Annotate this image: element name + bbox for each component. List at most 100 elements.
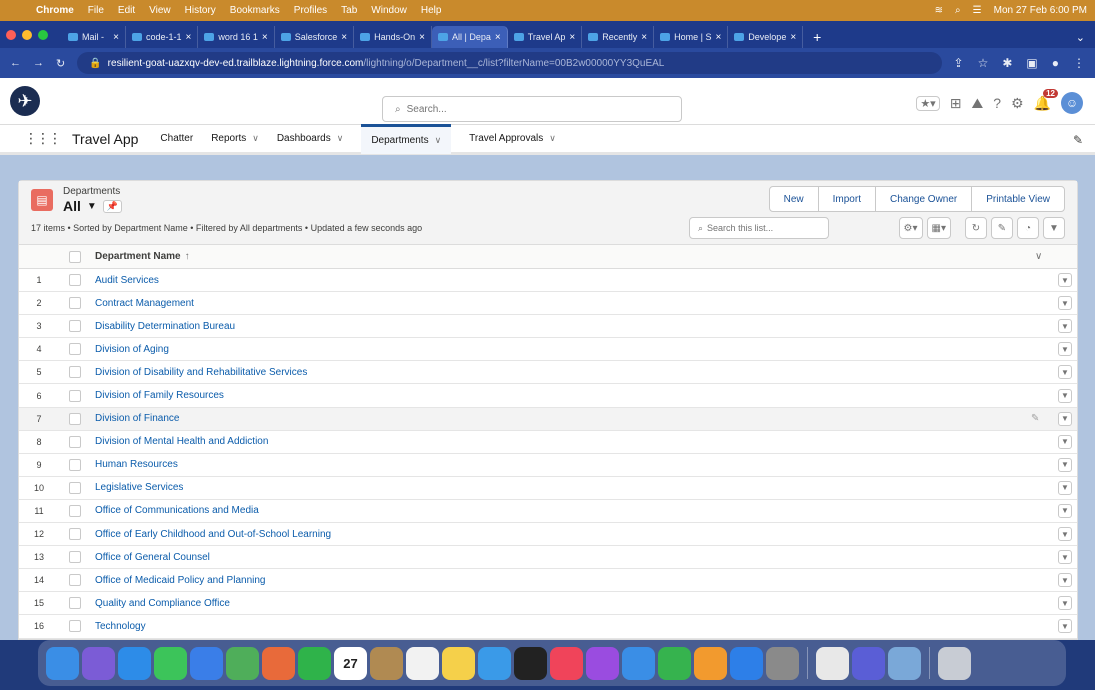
row-checkbox[interactable]: [69, 458, 81, 471]
menu-help[interactable]: Help: [421, 5, 442, 16]
messages-icon[interactable]: [154, 646, 187, 680]
minimize-window-button[interactable]: [22, 29, 32, 40]
address-bar[interactable]: 🔒 resilient-goat-uazxqv-dev-ed.trailblaz…: [77, 52, 942, 74]
notifications-bell-icon[interactable]: 🔔 12: [1034, 88, 1058, 112]
browser-tab[interactable]: Travel Ap ×: [508, 26, 583, 48]
podcasts-icon[interactable]: [586, 646, 619, 680]
menu-edit[interactable]: Edit: [118, 5, 135, 16]
browser-tab[interactable]: Home | S ×: [654, 26, 729, 48]
printable-view-button[interactable]: Printable View: [971, 186, 1065, 212]
table-row[interactable]: 15 Quality and Compliance Office ▼: [19, 592, 1077, 616]
row-checkbox[interactable]: [69, 274, 81, 287]
org-logo-icon[interactable]: ✈: [10, 86, 40, 116]
numbers-icon[interactable]: [658, 646, 691, 680]
app-store-icon[interactable]: [730, 646, 763, 680]
row-checkbox[interactable]: [69, 551, 81, 564]
close-tab-icon[interactable]: ×: [495, 32, 501, 43]
department-name-link[interactable]: Division of Finance: [95, 413, 179, 424]
mail-icon[interactable]: [190, 646, 223, 680]
row-actions-menu-icon[interactable]: ▼: [1058, 411, 1072, 426]
forward-arrow-icon[interactable]: →: [33, 57, 44, 69]
row-checkbox[interactable]: [69, 297, 81, 310]
new-button[interactable]: New: [768, 186, 819, 212]
user-avatar[interactable]: ☺: [1061, 92, 1083, 114]
browser-tab[interactable]: Develope ×: [728, 26, 804, 48]
reload-icon[interactable]: ↻: [56, 57, 65, 70]
table-row[interactable]: 5 Division of Disability and Rehabilitati…: [19, 361, 1077, 385]
menubar-clock[interactable]: Mon 27 Feb 6:00 PM: [994, 5, 1087, 16]
table-row[interactable]: 4 Division of Aging ▼: [19, 338, 1077, 362]
row-checkbox[interactable]: [69, 343, 81, 356]
browser-tab[interactable]: code-1-1 ×: [126, 26, 199, 48]
row-actions-menu-icon[interactable]: ▼: [1058, 503, 1072, 518]
contacts-icon[interactable]: [370, 646, 403, 680]
safari-icon[interactable]: [118, 646, 151, 680]
search-icon[interactable]: ⌕: [955, 5, 961, 16]
profile-icon[interactable]: ●: [1052, 56, 1059, 70]
table-row[interactable]: 2 Contract Management ▼: [19, 292, 1077, 316]
keynote-icon[interactable]: [622, 646, 655, 680]
department-name-link[interactable]: Contract Management: [95, 298, 194, 309]
row-actions-menu-icon[interactable]: ▼: [1058, 365, 1072, 380]
table-row[interactable]: 14 Office of Medicaid Policy and Planning…: [19, 569, 1077, 593]
wifi-icon[interactable]: ≋: [935, 5, 943, 16]
column-header-department-name[interactable]: Department Name ↑: [95, 251, 190, 262]
global-search-input[interactable]: ⌕ Search...: [382, 96, 682, 122]
freeform-icon[interactable]: [478, 646, 511, 680]
row-checkbox[interactable]: [69, 620, 81, 633]
row-checkbox[interactable]: [69, 366, 81, 379]
department-name-link[interactable]: Audit Services: [95, 275, 159, 286]
teams-icon[interactable]: [852, 646, 885, 680]
favorites-icon[interactable]: ★▾: [916, 95, 940, 111]
import-button[interactable]: Import: [817, 186, 876, 212]
row-checkbox[interactable]: [69, 389, 81, 402]
table-row[interactable]: 9 Human Resources ▼: [19, 454, 1077, 477]
tab-search-chevron-icon[interactable]: ⌄: [1076, 26, 1085, 48]
row-actions-menu-icon[interactable]: ▼: [1058, 573, 1072, 588]
row-actions-menu-icon[interactable]: ▼: [1058, 434, 1072, 449]
department-name-link[interactable]: Office of Medicaid Policy and Planning: [95, 575, 265, 586]
menu-view[interactable]: View: [149, 5, 171, 16]
close-tab-icon[interactable]: ×: [262, 32, 268, 43]
close-window-button[interactable]: [6, 29, 16, 40]
row-actions-menu-icon[interactable]: ▼: [1058, 596, 1072, 611]
menu-history[interactable]: History: [185, 5, 216, 16]
music-icon[interactable]: [550, 646, 583, 680]
nav-item-dashboards[interactable]: Dashboards ∨: [277, 124, 344, 154]
extensions-icon[interactable]: ✱: [1002, 56, 1012, 70]
table-row[interactable]: 8 Division of Mental Health and Addiction…: [19, 431, 1077, 454]
table-row[interactable]: 6 Division of Family Resources ▼: [19, 384, 1077, 408]
global-actions-icon[interactable]: ⊞: [950, 95, 962, 112]
reminders-icon[interactable]: [406, 646, 439, 680]
more-menu-icon[interactable]: ⋮: [1073, 56, 1085, 70]
close-tab-icon[interactable]: ×: [790, 32, 796, 43]
row-checkbox[interactable]: [69, 597, 81, 610]
row-checkbox[interactable]: [69, 504, 81, 517]
close-tab-icon[interactable]: ×: [186, 32, 192, 43]
table-row[interactable]: 7 Division of Finance ✎ ▼: [19, 407, 1077, 431]
chevron-down-icon[interactable]: ∨: [435, 135, 442, 146]
department-name-link[interactable]: Human Resources: [95, 459, 178, 470]
tv-icon[interactable]: [514, 646, 547, 680]
chrome-icon[interactable]: [816, 646, 849, 680]
share-icon[interactable]: ⇪: [954, 56, 964, 70]
row-actions-menu-icon[interactable]: ▼: [1058, 388, 1072, 403]
control-center-icon[interactable]: ☰: [973, 5, 982, 16]
menu-bookmarks[interactable]: Bookmarks: [230, 5, 280, 16]
close-tab-icon[interactable]: ×: [569, 32, 575, 43]
row-actions-menu-icon[interactable]: ▼: [1058, 527, 1072, 542]
department-name-link[interactable]: Office of Communications and Media: [95, 505, 259, 516]
menu-profiles[interactable]: Profiles: [294, 5, 327, 16]
pages-icon[interactable]: [694, 646, 727, 680]
back-arrow-icon[interactable]: ←: [10, 57, 21, 69]
list-settings-gear-icon[interactable]: ⚙▾: [898, 217, 923, 239]
row-actions-menu-icon[interactable]: ▼: [1058, 296, 1072, 311]
nav-item-reports[interactable]: Reports ∨: [211, 124, 259, 154]
change-owner-button[interactable]: Change Owner: [874, 186, 973, 212]
inline-edit-pencil-icon[interactable]: ✎: [1031, 413, 1039, 424]
nav-item-departments[interactable]: Departments ∨: [361, 123, 452, 154]
help-icon[interactable]: ?: [993, 95, 1001, 111]
new-tab-button[interactable]: +: [803, 26, 831, 48]
launchpad-icon[interactable]: [82, 646, 115, 680]
sidebar-icon[interactable]: ▣: [1026, 56, 1037, 70]
